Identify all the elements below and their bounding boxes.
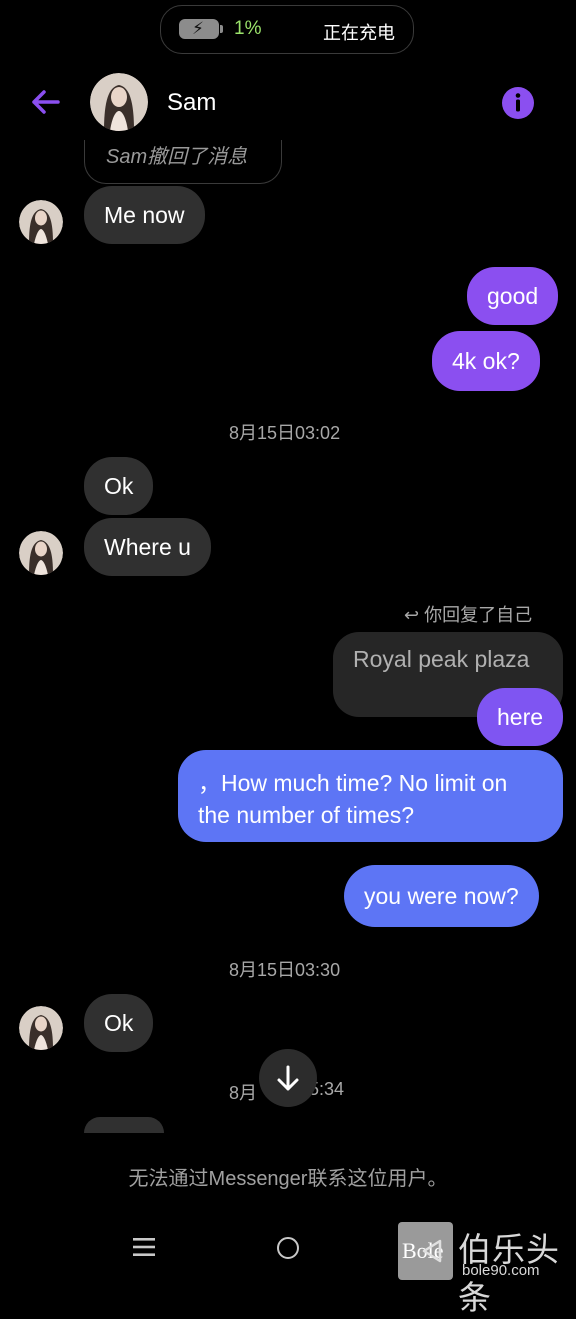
arrow-down-icon xyxy=(277,1065,299,1091)
timestamp: 8月15日03:02 xyxy=(229,423,341,443)
timestamp: 8月15日03:30 xyxy=(229,960,341,980)
watermark: Bole 伯乐头条 bole90.com xyxy=(398,1222,576,1316)
outgoing-message[interactable]: you were now? xyxy=(344,865,539,927)
info-icon xyxy=(502,87,534,119)
outgoing-message[interactable]: ，How much time? No limit on the number o… xyxy=(178,750,563,842)
status-pill: ⚡ 1% 正在充电 xyxy=(160,5,414,54)
battery-icon: ⚡ xyxy=(179,19,223,39)
outgoing-message[interactable]: 4k ok? xyxy=(432,331,540,391)
reply-note-text: 你回复了自己 xyxy=(424,605,533,625)
partial-message xyxy=(84,1117,164,1133)
outgoing-message[interactable]: good xyxy=(467,267,559,325)
menu-icon xyxy=(133,1238,155,1256)
reply-arrow-icon: ↩ xyxy=(404,605,420,625)
arrow-left-icon xyxy=(32,90,60,114)
timestamp-left: 8月 xyxy=(229,1083,258,1103)
bolt-icon: ⚡ xyxy=(192,19,204,38)
cannot-contact-notice: 无法通过Messenger联系这位用户。 xyxy=(128,1168,448,1190)
avatar[interactable] xyxy=(19,531,63,575)
info-button[interactable] xyxy=(501,86,535,120)
incoming-message[interactable]: Ok xyxy=(84,457,154,515)
incoming-message[interactable]: Me now xyxy=(84,186,205,244)
avatar[interactable] xyxy=(19,1006,63,1050)
avatar[interactable] xyxy=(19,200,63,244)
watermark-url: bole90.com xyxy=(462,1262,540,1279)
back-nav-icon[interactable] xyxy=(420,1238,444,1264)
message-line: ，How much time? No limit on xyxy=(198,770,508,796)
back-button[interactable] xyxy=(28,84,64,120)
menu-nav-button[interactable] xyxy=(132,1236,156,1258)
retracted-message: Sam撤回了消息 xyxy=(84,140,282,184)
incoming-message[interactable]: Ok xyxy=(84,994,154,1052)
battery-percent: 1% xyxy=(234,18,262,39)
contact-name[interactable]: Sam xyxy=(167,89,216,117)
scroll-down-button[interactable] xyxy=(259,1049,317,1107)
charging-status: 正在充电 xyxy=(323,23,395,43)
reply-note: ↩ 你回复了自己 xyxy=(404,601,532,627)
home-nav-button[interactable] xyxy=(277,1237,299,1259)
contact-avatar[interactable] xyxy=(90,73,148,131)
outgoing-message[interactable]: here xyxy=(477,688,564,746)
incoming-message[interactable]: Where u xyxy=(84,518,211,576)
message-line: the number of times? xyxy=(198,802,415,828)
